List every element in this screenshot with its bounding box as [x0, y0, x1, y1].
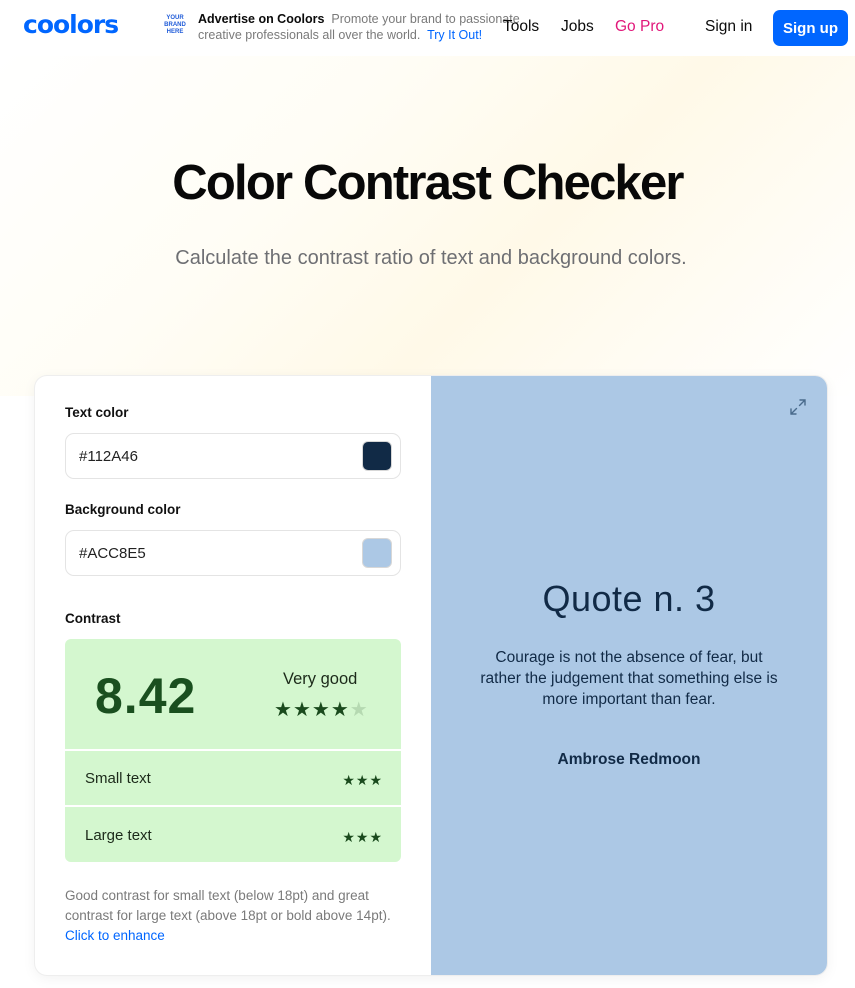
quote-author: Ambrose Redmoon — [557, 751, 701, 768]
text-color-swatch[interactable] — [362, 441, 392, 471]
ad-description-line2: creative professionals all over the worl… — [198, 28, 421, 42]
ad-title: Advertise on Coolors — [198, 12, 325, 26]
contrast-note-text: Good contrast for small text (below 18pt… — [65, 888, 391, 923]
star-icon: ★ — [311, 699, 331, 721]
page-title: Color Contrast Checker — [172, 156, 684, 210]
controls-panel: Text color #112A46 Background color #ACC… — [35, 376, 431, 975]
star-icon: ★ — [274, 699, 293, 721]
contrast-checker-card: Text color #112A46 Background color #ACC… — [35, 376, 827, 975]
star-icon: ★ — [292, 699, 312, 721]
contrast-rating: Very good — [283, 670, 358, 688]
quote-title: Quote n. 3 — [542, 578, 716, 619]
page-subtitle: Calculate the contrast ratio of text and… — [175, 247, 687, 269]
rating-stars: ★★★★★ — [274, 697, 369, 722]
top-nav: coolors YOUR BRAND HERE Advertise on Coo… — [0, 0, 855, 56]
star-empty-icon: ★ — [349, 699, 369, 721]
sign-up-button[interactable]: Sign up — [773, 10, 848, 46]
nav-jobs[interactable]: Jobs — [561, 18, 594, 36]
background-color-field[interactable]: #ACC8E5 — [65, 530, 401, 576]
ad-brand-badge[interactable]: YOUR BRAND HERE — [160, 12, 190, 42]
coolors-logo[interactable]: coolors — [23, 10, 119, 39]
ad-cta-link[interactable]: Try It Out! — [427, 28, 482, 42]
ad-description-line1: Promote your brand to passionate — [331, 12, 520, 26]
divider — [65, 749, 401, 751]
small-text-label: Small text — [85, 770, 151, 787]
contrast-label: Contrast — [65, 611, 121, 626]
expand-icon[interactable] — [789, 398, 807, 416]
quote-body: Courage is not the absence of fear, but … — [480, 649, 778, 708]
background-color-value[interactable]: #ACC8E5 — [79, 545, 146, 562]
large-text-stars: ★★★ — [342, 829, 383, 845]
enhance-link[interactable]: Click to enhance — [65, 928, 165, 943]
contrast-result: 8.42 Very good ★★★★★ Small text ★★★ Larg… — [65, 639, 401, 862]
contrast-note: Good contrast for small text (below 18pt… — [65, 886, 401, 946]
large-text-label: Large text — [85, 827, 152, 844]
contrast-ratio: 8.42 — [95, 668, 197, 724]
text-color-value[interactable]: #112A46 — [79, 448, 138, 465]
ad-banner[interactable]: Advertise on Coolors Promote your brand … — [198, 11, 528, 43]
sign-in-link[interactable]: Sign in — [705, 18, 752, 36]
star-icon: ★ — [330, 699, 350, 721]
quote-preview: Quote n. 3 Courage is not the absence of… — [431, 376, 827, 975]
divider — [65, 805, 401, 807]
text-color-field[interactable]: #112A46 — [65, 433, 401, 479]
background-color-label: Background color — [65, 502, 181, 517]
hero-section — [0, 56, 855, 396]
small-text-stars: ★★★ — [342, 772, 383, 788]
nav-go-pro[interactable]: Go Pro — [615, 18, 664, 36]
nav-tools[interactable]: Tools — [503, 18, 539, 36]
text-color-label: Text color — [65, 405, 129, 420]
background-color-swatch[interactable] — [362, 538, 392, 568]
